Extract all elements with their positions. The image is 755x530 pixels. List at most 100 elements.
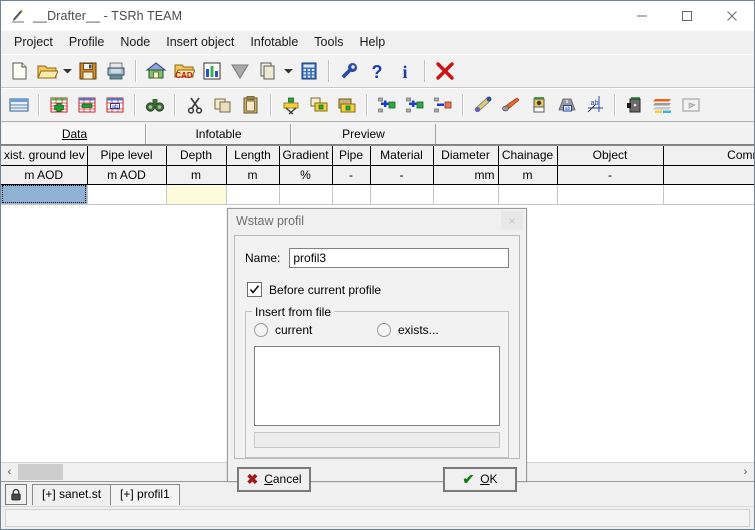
grid-header-cell[interactable]: Gradient [279, 146, 333, 166]
tab-data[interactable]: Data [3, 124, 146, 144]
axis-label-icon[interactable]: ab [581, 91, 609, 119]
grid-header-cell[interactable]: Comm [663, 146, 754, 166]
cut-scissors-icon[interactable] [181, 91, 209, 119]
tab-preview[interactable]: Preview [291, 124, 436, 144]
table-label-ab-icon[interactable]: ab [101, 91, 129, 119]
grid-header-cell[interactable]: Depth [166, 146, 227, 166]
grid-header-cell[interactable]: Chainage [498, 146, 558, 166]
maximize-button[interactable] [664, 1, 709, 31]
layers-legend-icon[interactable] [649, 91, 677, 119]
table-grid-icon[interactable] [5, 91, 33, 119]
road-label-icon[interactable]: ab [553, 91, 581, 119]
menu-insert-object[interactable]: Insert object [158, 33, 242, 51]
grid-cell[interactable] [663, 184, 754, 205]
grid-cell-highlight[interactable] [166, 184, 227, 205]
menu-infotable[interactable]: Infotable [242, 33, 306, 51]
grid-header-cell[interactable]: Pipe level [87, 146, 167, 166]
radio-current[interactable]: current [254, 323, 377, 337]
grid-cell[interactable] [557, 184, 664, 205]
file-list-box[interactable] [254, 346, 500, 426]
paste-icon[interactable] [237, 91, 265, 119]
radio-exists-button[interactable] [377, 323, 391, 337]
tab-infotable[interactable]: Infotable [146, 124, 291, 144]
grid-cell[interactable] [370, 184, 434, 205]
grid-header-cell[interactable]: Pipe [332, 146, 371, 166]
grid-cell[interactable] [87, 184, 167, 205]
cut-node-icon[interactable] [277, 91, 305, 119]
copy-pages-dropdown-icon[interactable] [282, 57, 295, 85]
profile-tab-sanet[interactable]: [+] sanet.st [32, 483, 112, 505]
drawing-frame-icon[interactable] [677, 91, 705, 119]
save-floppy-icon[interactable] [74, 57, 102, 85]
add-node-icon[interactable] [401, 91, 429, 119]
open-folder-icon[interactable] [33, 57, 61, 85]
svg-text:ab: ab [565, 106, 571, 112]
print-icon[interactable] [102, 57, 130, 85]
lock-icon[interactable] [5, 483, 27, 505]
grid-cell[interactable] [498, 184, 558, 205]
radio-exists[interactable]: exists... [377, 323, 500, 337]
status-bar [1, 506, 754, 529]
delete-node-icon[interactable] [429, 91, 457, 119]
pipe-tools-icon[interactable] [469, 91, 497, 119]
menu-help[interactable]: Help [351, 33, 393, 51]
close-red-x-icon[interactable] [431, 57, 459, 85]
manhole-icon[interactable] [525, 91, 553, 119]
grid-cell[interactable] [433, 184, 499, 205]
close-button[interactable] [709, 1, 754, 31]
copy-pages-icon[interactable] [254, 57, 282, 85]
before-current-profile-row[interactable]: Before current profile [247, 282, 509, 297]
grid-header-cell[interactable]: Object [557, 146, 664, 166]
data-grid: xist. ground lev Pipe level Depth Length… [1, 146, 754, 205]
before-current-profile-checkbox[interactable] [247, 282, 262, 297]
new-file-icon[interactable] [5, 57, 33, 85]
menu-node[interactable]: Node [112, 33, 158, 51]
menu-tools[interactable]: Tools [306, 33, 351, 51]
toolbar-separator [328, 60, 330, 82]
table-edit-row-icon[interactable] [73, 91, 101, 119]
binoculars-find-icon[interactable] [141, 91, 169, 119]
ok-button[interactable]: ✔ OK [443, 466, 517, 492]
copy-icon[interactable] [209, 91, 237, 119]
dialog-title: Wstaw profil [236, 214, 305, 228]
name-input[interactable] [289, 248, 509, 268]
cancel-button[interactable]: ✖ Cancel [237, 466, 311, 492]
filter-funnel-icon[interactable] [226, 57, 254, 85]
toolbar-separator [462, 94, 464, 116]
wrench-settings-icon[interactable] [335, 57, 363, 85]
paste-node-icon[interactable] [333, 91, 361, 119]
grid-header-cell[interactable]: Diameter [433, 146, 499, 166]
grid-header-cell[interactable]: Material [370, 146, 434, 166]
help-question-icon[interactable]: ? [363, 57, 391, 85]
cad-folder-icon[interactable]: CAD [170, 57, 198, 85]
scroll-left-arrow-icon[interactable]: ‹ [1, 463, 18, 481]
calculator-icon[interactable] [295, 57, 323, 85]
dialog-close-icon[interactable]: × [501, 211, 523, 230]
minimize-button[interactable] [619, 1, 664, 31]
open-folder-dropdown-icon[interactable] [61, 57, 74, 85]
grid-cell[interactable] [226, 184, 280, 205]
profile-tab-profil1[interactable]: [+] profil1 [110, 483, 180, 505]
file-path-field[interactable] [254, 432, 500, 448]
table-row[interactable] [1, 184, 754, 205]
grid-header-cell[interactable]: Length [226, 146, 280, 166]
home-icon[interactable] [142, 57, 170, 85]
menu-project[interactable]: Project [6, 33, 61, 51]
grid-cell[interactable] [332, 184, 371, 205]
info-icon[interactable]: i [391, 57, 419, 85]
svg-text:?: ? [372, 62, 383, 82]
copy-node-icon[interactable] [305, 91, 333, 119]
grid-cell[interactable] [279, 184, 333, 205]
scrollbar-thumb[interactable] [18, 464, 63, 480]
insert-node-before-icon[interactable] [373, 91, 401, 119]
bar-chart-icon[interactable] [198, 57, 226, 85]
window-controls [619, 1, 754, 31]
radio-current-button[interactable] [254, 323, 268, 337]
scroll-right-arrow-icon[interactable]: › [737, 463, 754, 481]
menu-profile[interactable]: Profile [61, 33, 112, 51]
table-add-row-icon[interactable] [45, 91, 73, 119]
grid-header-cell[interactable]: xist. ground lev [1, 146, 88, 166]
chamber-icon[interactable] [621, 91, 649, 119]
grid-cell-selected[interactable] [1, 184, 88, 205]
pipe-icon[interactable] [497, 91, 525, 119]
